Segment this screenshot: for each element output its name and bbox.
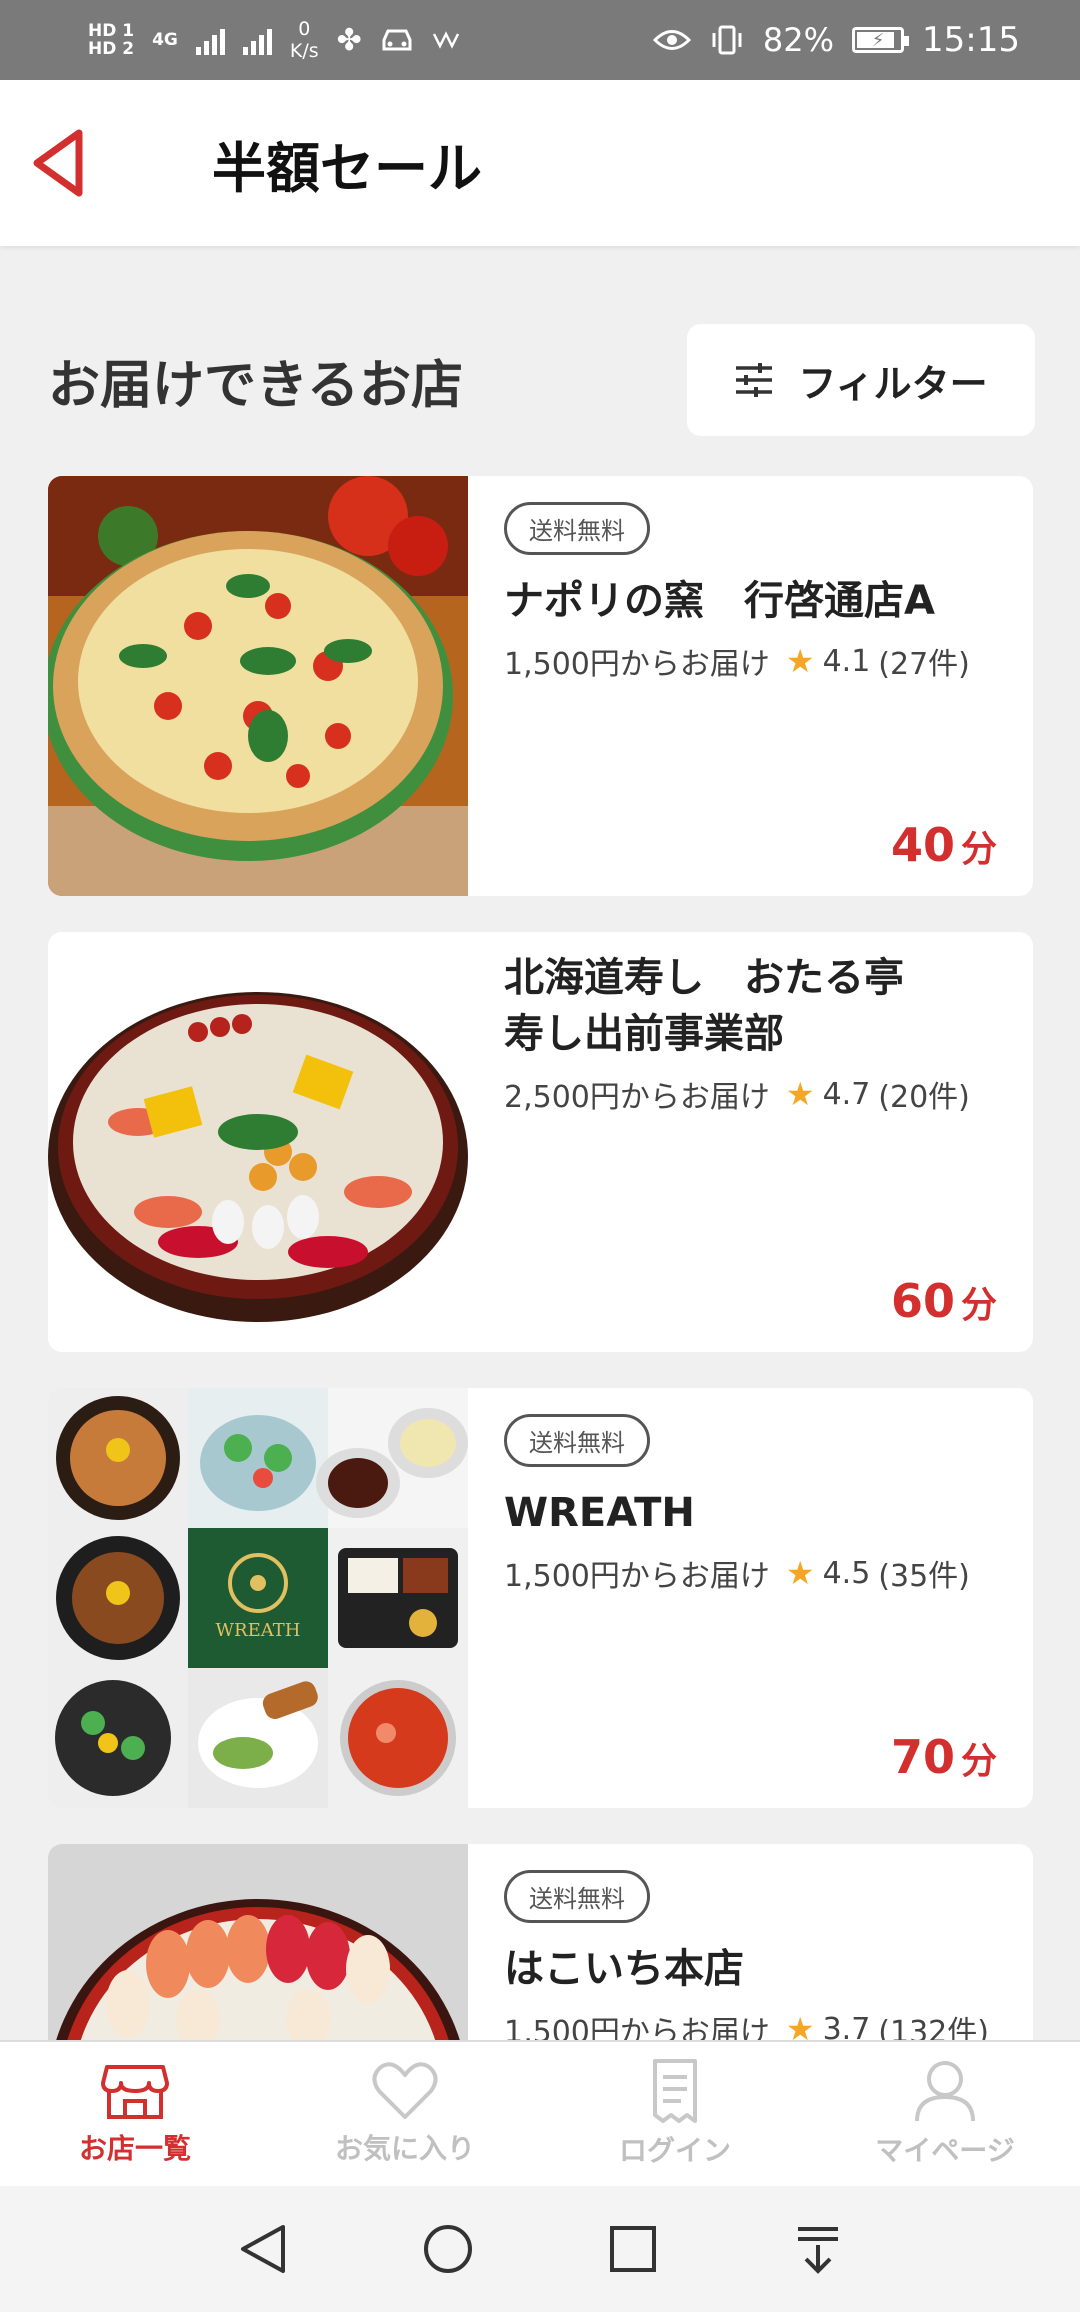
min-order: 1,500円からお届け xyxy=(504,2015,770,2040)
store-name: 北海道寿し おたる亭 寿し出前事業部 xyxy=(504,955,904,1057)
review-count: (27件) xyxy=(878,647,970,682)
delivery-time: 70 分 xyxy=(891,1730,997,1784)
rating: 4.1 xyxy=(822,643,871,679)
store-meta: 1,500円からお届け ★ 4.5 (35件) xyxy=(504,1551,997,1595)
delivery-minutes: 70 xyxy=(890,1730,955,1784)
store-card[interactable]: WREATH 送料無料 WREATH 1,500円からお届け ★ 4.5 (35… xyxy=(48,1388,1033,1808)
tab-label: マイページ xyxy=(875,2134,1015,2167)
delivery-minutes: 60 xyxy=(890,1274,955,1328)
store-info: 送料無料 WREATH 1,500円からお届け ★ 4.5 (35件) 70 分 xyxy=(504,1414,997,1808)
status-right: 82% ⚡ 15:15 xyxy=(652,20,1020,60)
store-card[interactable]: 送料無料 ナポリの窯 行啓通店A 1,500円からお届け ★ 4.1 (27件)… xyxy=(48,476,1033,896)
store-meta: 2,500円からお届け ★ 4.7 (20件) xyxy=(504,1072,997,1116)
store-image-sushi xyxy=(48,932,468,1352)
nav-recents-icon[interactable] xyxy=(605,2221,661,2277)
star-icon: ★ xyxy=(785,1075,815,1113)
sim1-label: HD 1 xyxy=(88,21,135,41)
store-info: 北海道寿し おたる亭 寿し出前事業部 2,500円からお届け ★ 4.7 (20… xyxy=(504,950,997,1352)
page-title: 半額セール xyxy=(212,136,482,200)
review-count: (132件) xyxy=(878,2015,989,2040)
store-image-pizza xyxy=(48,476,468,896)
system-nav-bar xyxy=(0,2186,1080,2312)
store-name: WREATH xyxy=(504,1490,695,1536)
store-info: 送料無料 ナポリの窯 行啓通店A 1,500円からお届け ★ 4.1 (27件)… xyxy=(504,502,997,896)
store-name: はこいち本店 xyxy=(504,1946,744,1992)
delivery-time: 40 分 xyxy=(891,818,997,872)
signal2-icon xyxy=(242,25,272,55)
car-icon xyxy=(382,29,412,51)
star-icon: ★ xyxy=(785,2010,815,2040)
back-arrow-icon xyxy=(33,129,83,197)
network-speed: 0 K/s xyxy=(290,18,319,62)
tab-label: お店一覧 xyxy=(78,2132,191,2165)
store-image-wreath: WREATH xyxy=(48,1388,468,1808)
shop-icon xyxy=(101,2065,169,2119)
tab-label: ログイン xyxy=(618,2134,731,2167)
review-count: (35件) xyxy=(878,1559,970,1594)
network-type: 4G xyxy=(152,30,178,50)
fan-icon: ✤ xyxy=(336,22,362,58)
min-order: 1,500円からお届け xyxy=(504,1559,770,1594)
app-logo-icon xyxy=(432,31,459,49)
delivery-minutes: 40 xyxy=(890,818,955,872)
tab-store-list[interactable]: お店一覧 xyxy=(0,2042,270,2186)
speed-value: 0 xyxy=(298,18,311,40)
review-count: (20件) xyxy=(878,1080,970,1115)
battery-percent: 82% xyxy=(762,21,835,59)
free-shipping-badge: 送料無料 xyxy=(504,502,650,555)
bottom-tab-bar: お店一覧 お気に入り ログイン マイページ xyxy=(0,2040,1080,2186)
tab-login[interactable]: ログイン xyxy=(540,2042,810,2186)
status-time: 15:15 xyxy=(922,20,1020,60)
free-shipping-badge: 送料無料 xyxy=(504,1870,650,1923)
sim2-label: HD 2 xyxy=(88,39,135,59)
star-icon: ★ xyxy=(785,642,815,680)
tab-my-page[interactable]: マイページ xyxy=(810,2042,1080,2186)
nav-home-icon[interactable] xyxy=(420,2221,476,2277)
sim-indicators: HD 1 HD 2 xyxy=(88,22,134,58)
tab-favorites[interactable]: お気に入り xyxy=(270,2042,540,2186)
store-card[interactable]: 北海道寿し おたる亭 寿し出前事業部 2,500円からお届け ★ 4.7 (20… xyxy=(48,932,1033,1352)
store-name: ナポリの窯 行啓通店A xyxy=(504,578,935,624)
rating: 3.7 xyxy=(822,2011,871,2041)
rating: 4.5 xyxy=(822,1555,871,1591)
store-meta: 1,500円からお届け ★ 4.1 (27件) xyxy=(504,639,997,683)
nav-notifications-icon[interactable] xyxy=(790,2221,846,2277)
back-button[interactable] xyxy=(28,125,86,201)
battery-icon: ⚡ xyxy=(852,27,910,53)
document-icon xyxy=(653,2059,697,2123)
vibrate-icon xyxy=(712,25,742,55)
section-header: お届けできるお店 フィルター xyxy=(48,324,1035,436)
free-shipping-badge: 送料無料 xyxy=(504,1414,650,1467)
section-title: お届けできるお店 xyxy=(48,355,463,416)
signal-icon xyxy=(195,25,225,55)
wreath-logo-text: WREATH xyxy=(216,1620,301,1641)
min-order: 2,500円からお届け xyxy=(504,1080,770,1115)
eye-icon xyxy=(652,30,691,50)
filter-label: フィルター xyxy=(798,361,988,406)
delivery-unit: 分 xyxy=(960,829,997,870)
delivery-time: 60 分 xyxy=(891,1274,997,1328)
min-order: 1,500円からお届け xyxy=(504,647,770,682)
app-header: 半額セール xyxy=(0,80,1080,246)
tab-label: お気に入り xyxy=(334,2132,475,2165)
status-bar: HD 1 HD 2 4G 0 K/s ✤ 82% ⚡ 15:15 xyxy=(0,0,1080,80)
rating: 4.7 xyxy=(822,1076,871,1112)
store-card[interactable]: 送料無料 はこいち本店 1,500円からお届け ★ 3.7 (132件) xyxy=(48,1844,1033,2040)
delivery-unit: 分 xyxy=(960,1285,997,1326)
store-list: 送料無料 ナポリの窯 行啓通店A 1,500円からお届け ★ 4.1 (27件)… xyxy=(48,476,1033,2040)
filter-button[interactable]: フィルター xyxy=(687,324,1035,436)
delivery-unit: 分 xyxy=(960,1741,997,1782)
nav-back-icon[interactable] xyxy=(235,2221,291,2277)
store-image-sushi-platter xyxy=(48,1844,468,2040)
store-meta: 1,500円からお届け ★ 3.7 (132件) xyxy=(504,2007,997,2040)
store-info: 送料無料 はこいち本店 1,500円からお届け ★ 3.7 (132件) xyxy=(504,1870,997,2040)
speed-unit: K/s xyxy=(289,40,319,62)
filter-sliders-icon xyxy=(736,363,773,397)
person-icon xyxy=(915,2061,975,2122)
star-icon: ★ xyxy=(785,1554,815,1592)
status-left: HD 1 HD 2 4G 0 K/s ✤ xyxy=(88,18,466,62)
heart-icon xyxy=(372,2062,438,2119)
